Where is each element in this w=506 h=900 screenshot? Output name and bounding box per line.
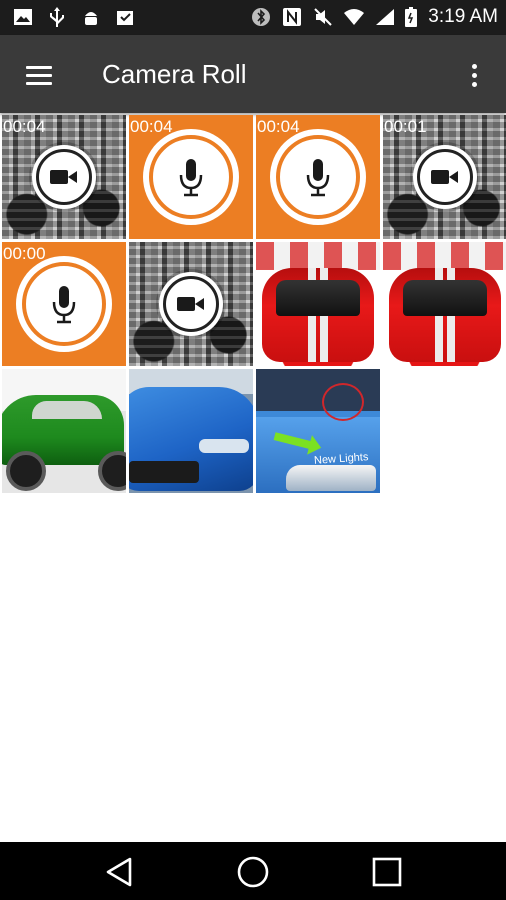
status-right-icons: 3:19 AM <box>250 6 498 28</box>
photo-background <box>256 242 380 270</box>
status-bar: 3:19 AM <box>0 0 506 35</box>
video-camera-icon <box>412 145 477 209</box>
more-vert-icon[interactable] <box>462 58 486 92</box>
image-icon <box>12 6 34 28</box>
signal-icon <box>374 6 396 28</box>
media-tile-photo[interactable] <box>383 242 506 366</box>
microphone-icon <box>143 129 239 225</box>
download-done-icon <box>114 6 136 28</box>
car-windshield <box>403 280 487 316</box>
clock: 3:19 AM <box>428 6 498 27</box>
status-left-icons <box>12 6 136 28</box>
microphone-icon <box>270 129 366 225</box>
media-tile-photo[interactable]: New Lights <box>256 369 380 493</box>
video-camera-icon <box>32 145 96 209</box>
video-camera-icon <box>159 272 223 336</box>
car-wheel <box>98 451 126 491</box>
media-tile-audio[interactable]: 00:04 <box>256 115 380 239</box>
car-window <box>32 401 102 419</box>
usb-icon <box>46 6 68 28</box>
app-toolbar: Camera Roll <box>0 35 506 113</box>
media-tile-audio[interactable]: 00:04 <box>129 115 253 239</box>
media-grid: 00:04 00:04 00:04 00:01 00:00 New Lights <box>2 115 506 495</box>
hamburger-menu-icon[interactable] <box>22 58 56 92</box>
system-nav-bar <box>0 842 506 900</box>
android-debug-icon <box>80 6 102 28</box>
nfc-icon <box>281 6 303 28</box>
annotation-circle <box>322 383 364 421</box>
car-wheel <box>6 451 46 491</box>
car-windshield <box>276 280 360 316</box>
media-tile-photo[interactable] <box>129 369 253 493</box>
media-tile-photo[interactable] <box>2 369 126 493</box>
recents-square-icon[interactable] <box>367 852 407 892</box>
photo-background <box>383 242 506 270</box>
battery-icon <box>405 6 418 28</box>
duration-label: 00:00 <box>3 244 46 263</box>
duration-label: 00:01 <box>384 117 427 136</box>
car-headlight <box>199 439 249 453</box>
home-circle-icon[interactable] <box>233 852 273 892</box>
duration-label: 00:04 <box>257 117 300 136</box>
media-tile-audio[interactable]: 00:00 <box>2 242 126 366</box>
microphone-icon <box>16 256 112 352</box>
back-triangle-icon[interactable] <box>99 852 139 892</box>
media-tile-video[interactable]: 00:04 <box>2 115 126 239</box>
bluetooth-icon <box>250 6 272 28</box>
media-tile-photo[interactable] <box>256 242 380 366</box>
wifi-icon <box>343 6 365 28</box>
media-tile-video[interactable] <box>129 242 253 366</box>
duration-label: 00:04 <box>3 117 46 136</box>
mute-icon <box>312 6 334 28</box>
car-headlight <box>286 465 376 491</box>
duration-label: 00:04 <box>130 117 173 136</box>
media-tile-video[interactable]: 00:01 <box>383 115 506 239</box>
page-title: Camera Roll <box>102 59 247 89</box>
car-grill <box>129 461 199 483</box>
